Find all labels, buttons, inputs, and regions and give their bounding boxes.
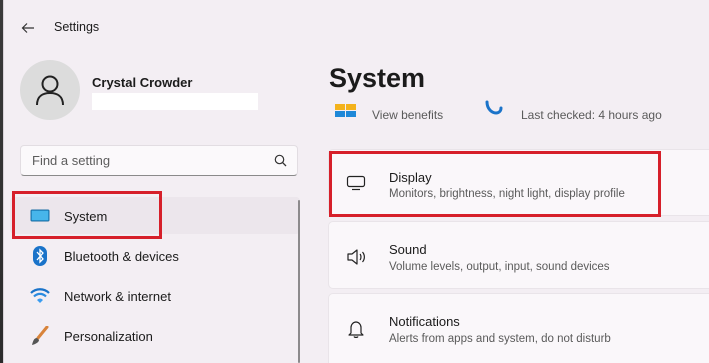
sidebar-item-label: Network & internet — [64, 289, 171, 304]
notifications-settings-card[interactable]: Notifications Alerts from apps and syste… — [328, 293, 709, 363]
selection-indicator — [12, 208, 15, 223]
sidebar-item-network[interactable]: Network & internet — [10, 277, 300, 314]
card-title: Sound — [389, 242, 427, 257]
sidebar-item-personalization[interactable]: Personalization — [10, 317, 300, 354]
user-name: Crystal Crowder — [92, 75, 193, 90]
card-subtitle: Alerts from apps and system, do not dist… — [389, 333, 611, 345]
sound-settings-card[interactable]: Sound Volume levels, output, input, soun… — [328, 221, 709, 289]
sidebar-item-bluetooth[interactable]: Bluetooth & devices — [10, 237, 300, 274]
title-bar: Settings — [4, 0, 709, 52]
brush-icon — [30, 326, 50, 346]
microsoft-365-icon — [335, 104, 356, 117]
search-icon[interactable] — [273, 153, 289, 169]
sidebar-item-label: Personalization — [64, 329, 153, 344]
page-title: System — [329, 63, 426, 93]
back-arrow-icon — [21, 23, 34, 33]
windows-update-icon — [485, 100, 503, 115]
sidebar-item-label: System — [64, 209, 108, 224]
monitor-icon — [345, 172, 367, 194]
last-checked-text: Last checked: 4 hours ago — [521, 108, 662, 122]
sidebar-scrollbar[interactable] — [298, 200, 300, 363]
settings-window: Settings Crystal Crowder System — [3, 0, 709, 363]
avatar[interactable] — [20, 60, 80, 120]
sidebar-item-system[interactable]: System — [10, 197, 300, 234]
window-title: Settings — [54, 20, 100, 34]
view-benefits-link[interactable]: View benefits — [372, 108, 443, 122]
back-button[interactable] — [16, 16, 40, 40]
system-icon — [30, 206, 50, 226]
user-icon — [36, 75, 64, 106]
sidebar-nav: System Bluetooth & devices Network & int… — [10, 197, 300, 357]
user-email-redacted — [92, 93, 258, 110]
bell-icon — [345, 318, 367, 340]
search-input[interactable] — [21, 153, 261, 168]
sidebar-item-label: Bluetooth & devices — [64, 249, 179, 264]
wifi-icon — [30, 286, 50, 306]
search-box[interactable] — [20, 145, 298, 176]
card-title: Display — [389, 170, 432, 185]
display-settings-card[interactable]: Display Monitors, brightness, night ligh… — [328, 149, 709, 216]
card-subtitle: Monitors, brightness, night light, displ… — [389, 188, 625, 200]
card-title: Notifications — [389, 314, 460, 329]
card-subtitle: Volume levels, output, input, sound devi… — [389, 261, 610, 273]
bluetooth-icon — [30, 246, 50, 266]
speaker-icon — [345, 246, 367, 268]
